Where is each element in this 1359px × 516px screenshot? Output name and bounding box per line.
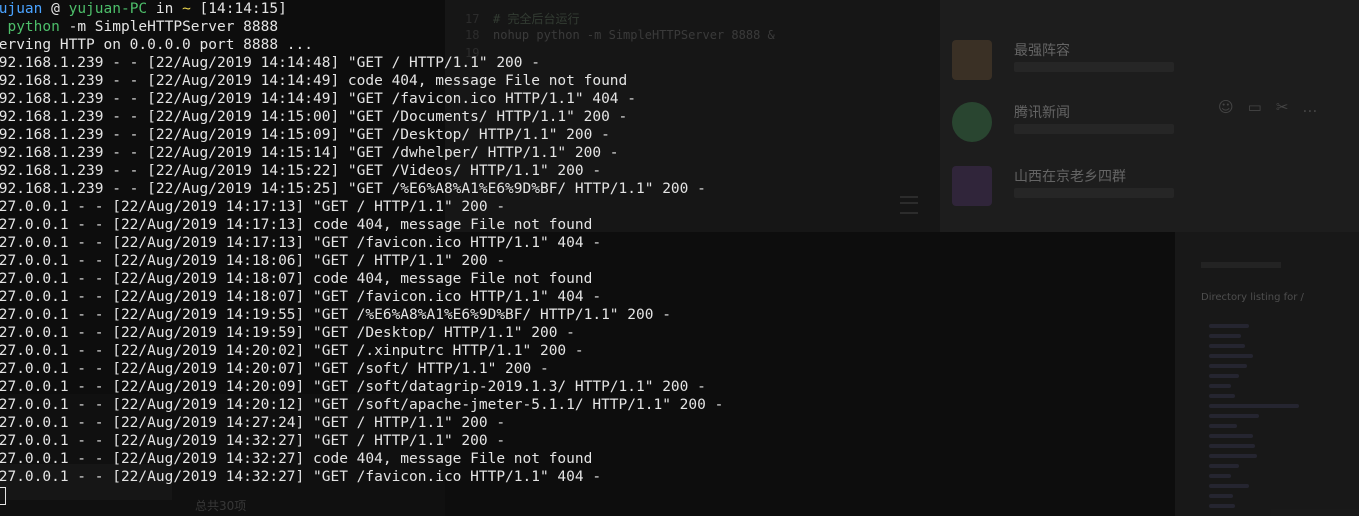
prompt-at: @	[42, 1, 69, 17]
log-line: Serving HTTP on 0.0.0.0 port 8888 ...	[0, 37, 314, 53]
log-line: 192.168.1.239 - - [22/Aug/2019 14:14:49]…	[0, 91, 637, 107]
log-line: 127.0.0.1 - - [22/Aug/2019 14:17:13] cod…	[0, 217, 593, 233]
log-line: 192.168.1.239 - - [22/Aug/2019 14:15:09]…	[0, 127, 610, 143]
log-line: 127.0.0.1 - - [22/Aug/2019 14:17:13] "GE…	[0, 199, 506, 215]
command-line: $ python -m SimpleHTTPServer 8888	[0, 18, 723, 36]
log-line: 127.0.0.1 - - [22/Aug/2019 14:32:27] "GE…	[0, 433, 506, 449]
log-line: 192.168.1.239 - - [22/Aug/2019 14:15:22]…	[0, 163, 602, 179]
log-line: 127.0.0.1 - - [22/Aug/2019 14:19:59] "GE…	[0, 325, 575, 341]
prompt-line: yujuan @ yujuan-PC in ~ [14:14:15]	[0, 0, 723, 18]
log-line: 127.0.0.1 - - [22/Aug/2019 14:20:02] "GE…	[0, 343, 584, 359]
command-program: python	[7, 19, 60, 35]
prompt-time: [14:14:15]	[190, 1, 287, 17]
log-line: 192.168.1.239 - - [22/Aug/2019 14:14:48]…	[0, 55, 540, 71]
log-line: 127.0.0.1 - - [22/Aug/2019 14:19:55] "GE…	[0, 307, 671, 323]
log-line: 127.0.0.1 - - [22/Aug/2019 14:18:07] cod…	[0, 271, 593, 287]
log-line: 192.168.1.239 - - [22/Aug/2019 14:15:25]…	[0, 181, 706, 197]
log-line: 127.0.0.1 - - [22/Aug/2019 14:20:12] "GE…	[0, 397, 724, 413]
terminal-cursor[interactable]	[0, 487, 6, 505]
log-line: 127.0.0.1 - - [22/Aug/2019 14:18:06] "GE…	[0, 253, 506, 269]
log-line: 127.0.0.1 - - [22/Aug/2019 14:20:09] "GE…	[0, 379, 706, 395]
prompt-host: yujuan-PC	[68, 1, 148, 17]
log-line: 127.0.0.1 - - [22/Aug/2019 14:18:07] "GE…	[0, 289, 602, 305]
log-line: 127.0.0.1 - - [22/Aug/2019 14:32:27] "GE…	[0, 469, 602, 485]
prompt-user: yujuan	[0, 1, 43, 17]
terminal-output: yujuan @ yujuan-PC in ~ [14:14:15]$ pyth…	[0, 0, 723, 504]
log-line: 192.168.1.239 - - [22/Aug/2019 14:14:49]…	[0, 73, 628, 89]
prompt-directory: ~	[182, 1, 191, 17]
log-line: 127.0.0.1 - - [22/Aug/2019 14:32:27] cod…	[0, 451, 593, 467]
desktop: 17 # 完全后台运行 18 nohup python -m SimpleHTTPS…	[0, 0, 1359, 516]
log-line: 127.0.0.1 - - [22/Aug/2019 14:27:24] "GE…	[0, 415, 506, 431]
log-line: 192.168.1.239 - - [22/Aug/2019 14:15:14]…	[0, 145, 619, 161]
prompt-in: in	[147, 1, 183, 17]
terminal-window[interactable]: yujuan @ yujuan-PC in ~ [14:14:15]$ pyth…	[0, 0, 1359, 516]
log-line: 127.0.0.1 - - [22/Aug/2019 14:20:07] "GE…	[0, 361, 549, 377]
log-line: 127.0.0.1 - - [22/Aug/2019 14:17:13] "GE…	[0, 235, 602, 251]
command-args: -m SimpleHTTPServer 8888	[59, 19, 279, 35]
log-line: 192.168.1.239 - - [22/Aug/2019 14:15:00]…	[0, 109, 628, 125]
